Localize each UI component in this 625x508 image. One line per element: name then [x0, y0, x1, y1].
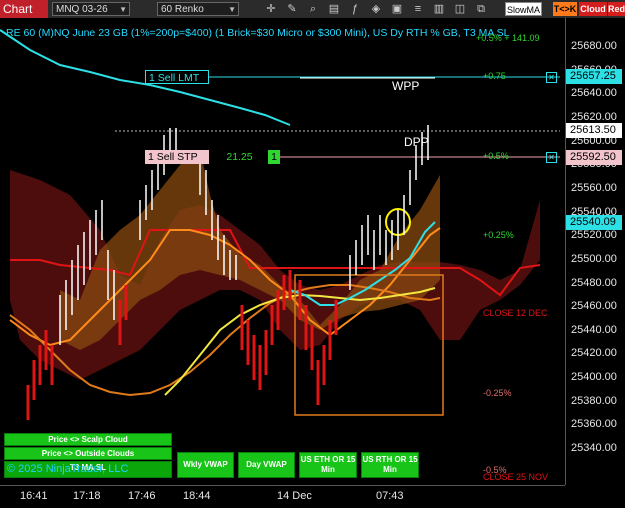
time-tick-label: 18:44: [183, 490, 211, 502]
pct-025-label: +0.25%: [483, 230, 514, 240]
pct-05-label: +0.5%: [483, 151, 509, 161]
price-tick-label: 25500.00: [571, 252, 617, 265]
sell-limit-order[interactable]: 1 Sell LMT: [145, 70, 209, 84]
sell-limit-price-box: 25657.25: [566, 69, 622, 84]
pct-neg025-label: -0.25%: [483, 388, 512, 398]
price-outside-clouds-button[interactable]: Price <> Outside Clouds: [4, 447, 172, 460]
copyright-text: © 2025 NinjaTrader, LLC: [7, 463, 129, 475]
price-tick-label: 25640.00: [571, 87, 617, 100]
price-tick-label: 25420.00: [571, 347, 617, 360]
price-tick-label: 25520.00: [571, 229, 617, 242]
wpp-label: WPP: [392, 79, 420, 93]
sell-stop-price-box: 25592.50: [566, 150, 622, 165]
price-tick-label: 25440.00: [571, 323, 617, 336]
chart-title: RE 60 (M)NQ June 23 GB (1%=200p=$400) (1…: [6, 27, 510, 39]
chart-canvas: [0, 29, 560, 420]
us-eth-or-button[interactable]: US ETH OR 15 Min: [299, 452, 357, 478]
time-tick-label: 14 Dec: [277, 490, 312, 502]
pct-075-label: +0.75: [483, 71, 506, 81]
price-tick-label: 25480.00: [571, 276, 617, 289]
wkly-vwap-button[interactable]: Wkly VWAP: [177, 452, 234, 478]
price-tick-label: 25340.00: [571, 442, 617, 455]
price-tick-label: 25360.00: [571, 418, 617, 431]
time-tick-label: 07:43: [376, 490, 404, 502]
sell-stop-order[interactable]: 1 Sell STP: [145, 150, 209, 164]
cancel-limit-icon[interactable]: ✕: [546, 72, 557, 83]
stop-qty-value[interactable]: 1: [268, 150, 280, 164]
time-tick-label: 16:41: [20, 490, 48, 502]
stop-pnl-value: 21.25: [212, 150, 267, 164]
price-tick-label: 25400.00: [571, 371, 617, 384]
price-tick-label: 25380.00: [571, 394, 617, 407]
time-tick-label: 17:18: [73, 490, 101, 502]
price-tick-label: 25560.00: [571, 181, 617, 194]
time-tick-label: 17:46: [128, 490, 156, 502]
price-tick-label: 25620.00: [571, 110, 617, 123]
dpp-label: DPP: [404, 135, 429, 149]
cloud-upper-band: [10, 170, 540, 380]
pct-top-label: +0.5% + 141.09: [476, 33, 540, 43]
close-12dec-label: CLOSE 12 DEC: [483, 308, 548, 318]
price-tick-label: 25460.00: [571, 300, 617, 313]
us-rth-or-button[interactable]: US RTH OR 15 Min: [361, 452, 419, 478]
day-vwap-button[interactable]: Day VWAP: [238, 452, 295, 478]
cancel-stop-icon[interactable]: ✕: [546, 152, 557, 163]
price-tick-label: 25680.00: [571, 40, 617, 52]
close-25nov-label: CLOSE 25 NOV: [483, 472, 549, 482]
ma-price-box: 25540.09: [566, 215, 622, 230]
price-scalp-cloud-button[interactable]: Price <> Scalp Cloud: [4, 433, 172, 446]
last-price-box: 25613.50: [566, 123, 622, 138]
